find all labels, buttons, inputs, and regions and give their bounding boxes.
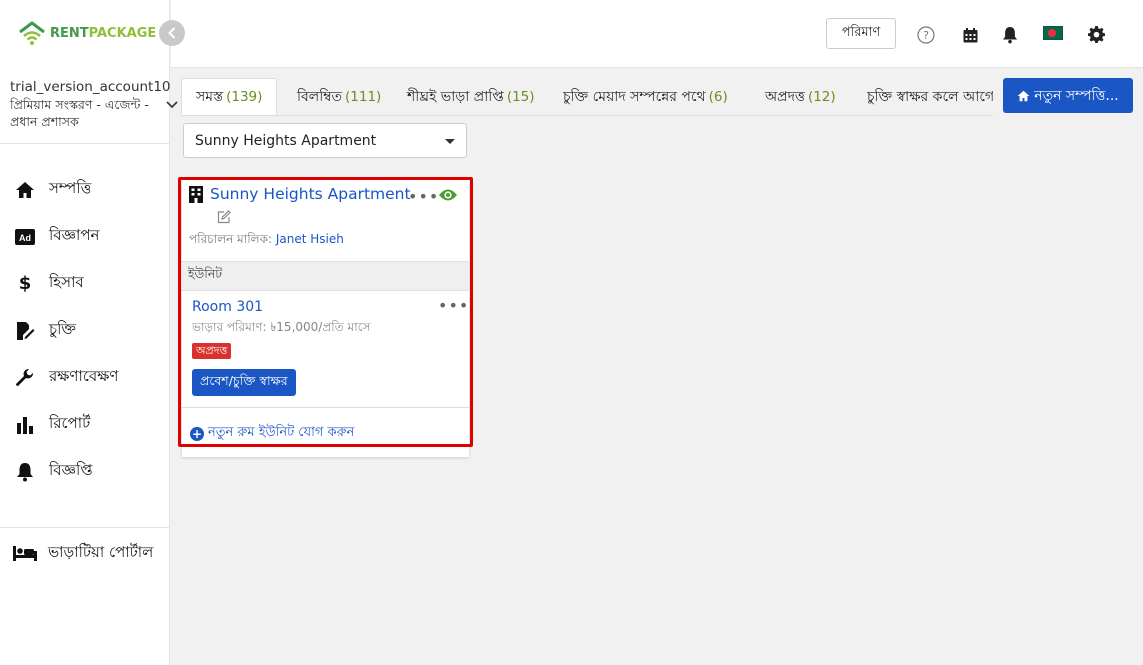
home-icon — [14, 179, 36, 201]
sidebar-item-accounts[interactable]: $ হিসাব — [0, 260, 170, 307]
plus-circle-icon: + — [190, 426, 204, 441]
bell-icon — [14, 461, 36, 483]
sidebar-item-label: বিজ্ঞপ্তি — [49, 461, 93, 479]
sidebar-collapse-button[interactable] — [159, 20, 185, 46]
svg-text:Ad: Ad — [19, 233, 31, 243]
chevron-down-icon[interactable] — [166, 98, 178, 112]
property-title[interactable]: Sunny Heights Apartment — [210, 185, 411, 203]
help-icon[interactable]: ? — [916, 25, 936, 45]
sidebar-item-label: হিসাব — [49, 273, 84, 291]
unit-rent: ভাড়ার পরিমাণ: ৳15,000/প্রতি মাসে — [192, 320, 371, 334]
eye-icon[interactable] — [438, 187, 458, 206]
calendar-icon[interactable] — [960, 25, 980, 45]
sidebar-item-label: রক্ষণাবেক্ষণ — [49, 367, 119, 385]
sidebar-item-report[interactable]: রিপোর্ট — [0, 401, 170, 448]
chevron-left-icon — [168, 27, 176, 39]
more-options-icon[interactable]: ••• — [438, 296, 469, 315]
unit-item: Room 301 ••• ভাড়ার পরিমাণ: ৳15,000/প্রত… — [182, 291, 469, 408]
bed-icon — [12, 545, 38, 561]
units-header: ইউনিট — [182, 261, 469, 291]
tab-overdue[interactable]: বিলম্বিত (111) — [283, 78, 395, 115]
logo-text: RENTPACKAGE — [50, 25, 157, 41]
sidebar-item-label: চুক্তি — [49, 320, 76, 338]
sidebar-item-label: সম্পত্তি — [49, 179, 92, 197]
ad-icon: Ad — [14, 226, 36, 248]
property-card-header: Sunny Heights Apartment ••• পরিচালন মালি… — [182, 179, 469, 261]
home-icon — [1017, 90, 1030, 102]
sidebar-item-contract[interactable]: চুক্তি — [0, 307, 170, 354]
property-select[interactable]: Sunny Heights Apartment — [183, 123, 467, 158]
logo[interactable]: RENTPACKAGE — [18, 20, 156, 46]
svg-text:?: ? — [923, 29, 929, 42]
status-badge: অপ্রদত্ত — [192, 343, 232, 359]
sidebar-item-tenant-portal[interactable]: ভাড়াটিয়া পোর্টাল — [0, 530, 170, 576]
bell-icon[interactable] — [1000, 25, 1020, 45]
tab-rent-due-soon[interactable]: শীঘ্রই ভাড়া প্রাপ্তি (15) — [393, 78, 549, 115]
account-switcher[interactable]: trial_version_account10 প্রিমিয়াম সংস্ক… — [10, 79, 171, 130]
add-unit-link[interactable]: + নতুন রুম ইউনিট যোগ করুন — [190, 423, 354, 444]
sidebar-item-maintenance[interactable]: রক্ষণাবেক্ষণ — [0, 354, 170, 401]
building-icon — [189, 186, 203, 207]
account-name: trial_version_account10 — [10, 79, 171, 95]
wifi-home-icon — [19, 21, 45, 45]
property-card: Sunny Heights Apartment ••• পরিচালন মালি… — [182, 179, 469, 457]
tab-contract-expiring[interactable]: চুক্তি মেয়াদ সম্পন্নের পথে (6) — [549, 78, 742, 115]
sidebar-item-label: রিপোর্ট — [49, 414, 91, 432]
sidebar-item-property[interactable]: সম্পত্তি — [0, 166, 170, 213]
wrench-icon — [14, 367, 36, 389]
gear-icon[interactable] — [1086, 24, 1106, 44]
bangladesh-flag-icon[interactable] — [1043, 26, 1063, 40]
dollar-icon: $ — [18, 273, 32, 294]
tab-all[interactable]: সমস্ত (139) — [181, 78, 278, 115]
account-subtitle: প্রিমিয়াম সংস্করণ - এজেন্ট - প্রধান প্র… — [10, 97, 149, 129]
new-property-button[interactable]: নতুন সম্পত্তি... — [1003, 78, 1133, 113]
sidebar-item-notifications[interactable]: বিজ্ঞপ্তি — [0, 448, 170, 495]
tenant-portal-label: ভাড়াটিয়া পোর্টাল — [48, 542, 154, 561]
divider — [0, 143, 170, 144]
property-filter-tabs: সমস্ত (139) বিলম্বিত (111) শীঘ্রই ভাড়া প্… — [181, 78, 993, 116]
property-select-value: Sunny Heights Apartment — [195, 132, 377, 149]
sidebar-nav: সম্পত্তি Ad বিজ্ঞাপন $ হিসাব চুক্তি রক্ষ… — [0, 166, 170, 495]
divider — [182, 407, 469, 408]
tab-unpaid[interactable]: অপ্রদত্ত (12) — [751, 78, 850, 115]
measure-button[interactable]: পরিমাণ — [826, 18, 896, 49]
top-header: পরিমাণ ? — [171, 0, 1143, 68]
more-options-icon[interactable]: ••• — [408, 187, 439, 206]
sign-contract-button[interactable]: প্রবেশ/চুক্তি স্বাক্ষর — [192, 369, 296, 396]
owner-name[interactable]: Janet Hsieh — [276, 232, 344, 246]
divider — [0, 527, 170, 528]
unit-name[interactable]: Room 301 — [192, 299, 263, 315]
bar-chart-icon — [14, 414, 36, 436]
sidebar: RENTPACKAGE trial_version_account10 প্রি… — [0, 0, 178, 665]
caret-down-icon — [445, 139, 455, 144]
sidebar-item-ads[interactable]: Ad বিজ্ঞাপন — [0, 213, 170, 260]
edit-icon[interactable] — [217, 209, 231, 228]
tab-before-contract-signing[interactable]: চুক্তি স্বাক্ষর কলে আগে — [853, 78, 993, 115]
owner-line: পরিচালন মালিক: Janet Hsieh — [189, 232, 344, 246]
sidebar-item-label: বিজ্ঞাপন — [49, 226, 100, 244]
contract-icon — [14, 320, 36, 342]
